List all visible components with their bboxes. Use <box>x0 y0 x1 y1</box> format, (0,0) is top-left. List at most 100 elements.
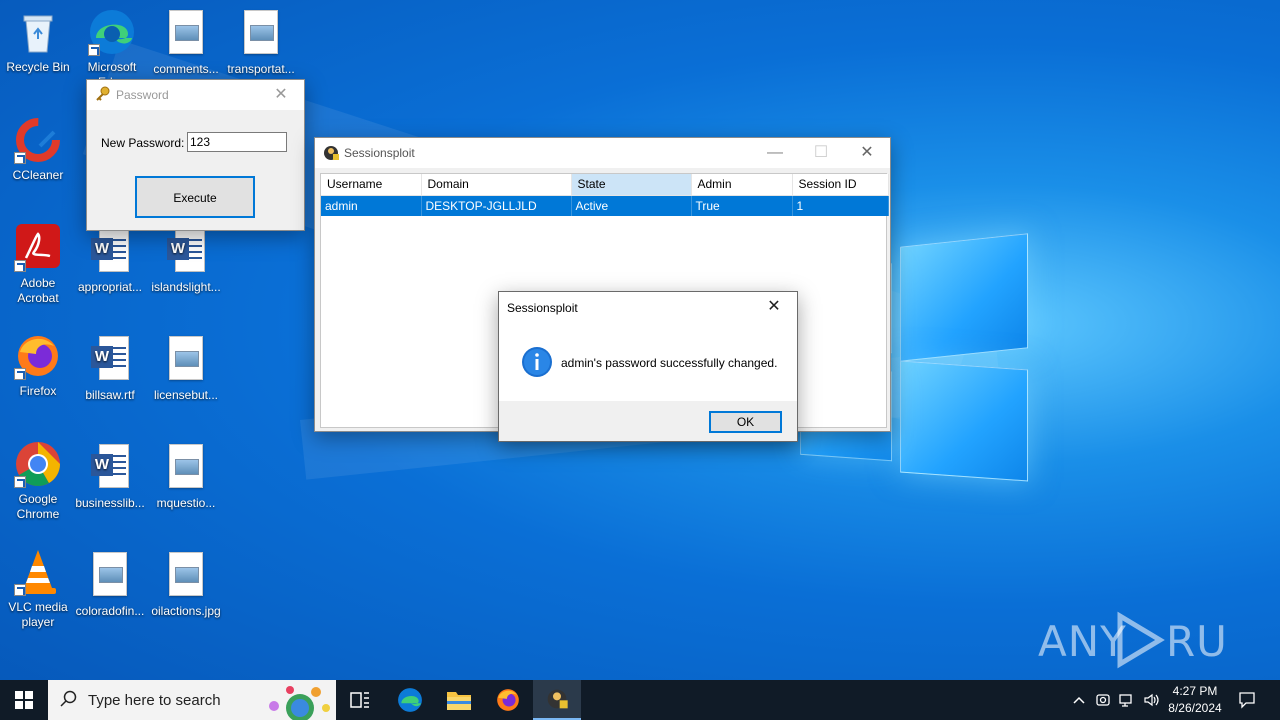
vlc-icon <box>14 548 62 596</box>
desktop-icon-label: appropriat... <box>77 280 143 294</box>
window-title: Sessionsploit <box>344 146 415 160</box>
edge-icon <box>398 688 422 712</box>
image-file-icon <box>162 552 210 600</box>
chevron-up-icon <box>1073 696 1085 704</box>
taskbar-edge[interactable] <box>386 680 434 720</box>
close-button[interactable]: ✕ <box>751 292 797 322</box>
desktop-icon-islandslight[interactable]: W islandslight... <box>148 228 224 295</box>
key-icon <box>95 86 111 105</box>
notification-icon <box>1239 692 1255 709</box>
password-window: Password ✕ New Password: Execute <box>86 79 305 231</box>
desktop-icon-transportat[interactable]: transportat... <box>223 10 299 77</box>
tray-volume[interactable] <box>1140 680 1162 720</box>
desktop-icon-google-chrome[interactable]: Google Chrome <box>0 440 76 522</box>
sessionsploit-titlebar[interactable]: Sessionsploit — ☐ ✕ <box>315 138 890 168</box>
dialog-title: Sessionsploit <box>507 301 578 315</box>
desktop-icon-label: islandslight... <box>151 280 221 294</box>
edge-icon <box>88 8 136 56</box>
desktop-icon-label: Adobe Acrobat <box>17 276 59 305</box>
sessions-table: Username Domain State Admin Session ID a… <box>321 174 889 216</box>
desktop-icon-label: billsaw.rtf <box>85 388 135 402</box>
column-header-username[interactable]: Username <box>321 174 422 196</box>
camera-icon <box>1096 694 1110 706</box>
column-header-admin[interactable]: Admin <box>691 174 793 196</box>
svg-text:RUN: RUN <box>1166 617 1228 666</box>
word-doc-icon: W <box>86 228 134 276</box>
table-row[interactable]: admin DESKTOP-JGLLJLD Active True 1 <box>321 195 889 216</box>
clock-date: 8/26/2024 <box>1168 701 1222 715</box>
desktop-icon-label: VLC media player <box>8 600 68 629</box>
image-file-icon <box>237 10 285 58</box>
firefox-icon <box>14 332 62 380</box>
ok-button[interactable]: OK <box>709 411 782 433</box>
cell-domain: DESKTOP-JGLLJLD <box>421 195 572 216</box>
desktop-icon-appropriat[interactable]: W appropriat... <box>72 228 148 295</box>
image-file-icon <box>162 10 210 58</box>
anyrun-watermark: ANY RUN <box>1038 610 1259 680</box>
desktop-icon-businesslib[interactable]: W businesslib... <box>72 444 148 511</box>
column-header-state[interactable]: State <box>571 174 692 196</box>
execute-button[interactable]: Execute <box>135 176 255 218</box>
taskbar-sessionsploit[interactable] <box>533 680 581 720</box>
desktop-icon-oilactions[interactable]: oilactions.jpg <box>148 552 224 619</box>
desktop-icon-firefox[interactable]: Firefox <box>0 332 76 399</box>
taskbar-clock[interactable]: 4:27 PM 8/26/2024 <box>1160 683 1230 717</box>
tray-network[interactable] <box>1116 680 1138 720</box>
image-file-icon <box>162 444 210 492</box>
desktop-icon-label: comments... <box>153 62 219 76</box>
taskbar-firefox[interactable] <box>484 680 532 720</box>
column-header-domain[interactable]: Domain <box>421 174 572 196</box>
desktop-icon-coloradofin[interactable]: coloradofin... <box>72 552 148 619</box>
message-dialog: Sessionsploit ✕ admin's password success… <box>498 291 798 442</box>
close-button[interactable]: ✕ <box>844 138 890 168</box>
clock-time: 4:27 PM <box>1172 684 1218 698</box>
desktop-icon-comments[interactable]: comments... <box>148 10 224 77</box>
desktop-icon-recycle-bin[interactable]: Recycle Bin <box>0 8 76 75</box>
start-button[interactable] <box>0 680 48 720</box>
cell-state: Active <box>571 195 692 216</box>
minimize-button[interactable]: — <box>752 138 798 168</box>
word-doc-icon: W <box>86 444 134 492</box>
anyrun-logo: ANY RUN <box>1038 611 1259 669</box>
taskbar: Type here to search 4:27 PM 8/26/2024 <box>0 680 1280 720</box>
speaker-icon <box>1144 693 1159 707</box>
desktop-icon-microsoft-edge[interactable]: Microsoft Edge <box>74 8 150 90</box>
desktop-icon-licensebut[interactable]: licensebut... <box>148 336 224 403</box>
desktop-icon-billsaw[interactable]: W billsaw.rtf <box>72 336 148 403</box>
taskbar-search-box[interactable]: Type here to search <box>48 680 336 720</box>
desktop-icon-vlc[interactable]: VLC media player <box>0 548 76 630</box>
desktop: Recycle Bin CCleaner Adobe Acrobat Firef… <box>0 0 1280 680</box>
tray-meet-now[interactable] <box>1092 680 1114 720</box>
new-password-input[interactable] <box>187 132 287 152</box>
app-icon <box>322 144 340 165</box>
action-center-button[interactable] <box>1232 680 1262 720</box>
dialog-titlebar[interactable]: Sessionsploit ✕ <box>499 292 797 322</box>
search-placeholder: Type here to search <box>88 692 221 709</box>
desktop-icon-label: licensebut... <box>153 388 219 402</box>
ccleaner-icon <box>14 116 62 164</box>
cell-username: admin <box>321 195 422 216</box>
desktop-icon-label: Recycle Bin <box>6 60 70 74</box>
image-file-icon <box>86 552 134 600</box>
windows-start-icon <box>15 691 33 709</box>
close-button[interactable]: ✕ <box>258 80 304 110</box>
taskbar-file-explorer[interactable] <box>435 680 483 720</box>
column-header-session-id[interactable]: Session ID <box>792 174 889 196</box>
cell-admin: True <box>691 195 793 216</box>
desktop-icon-label: coloradofin... <box>75 604 145 618</box>
image-file-icon <box>162 336 210 384</box>
search-highlight-icon <box>260 682 334 720</box>
desktop-icon-ccleaner[interactable]: CCleaner <box>0 116 76 183</box>
desktop-icon-mquestio[interactable]: mquestio... <box>148 444 224 511</box>
maximize-button[interactable]: ☐ <box>798 138 844 168</box>
new-password-label: New Password: <box>101 136 185 150</box>
svg-text:ANY: ANY <box>1038 617 1127 666</box>
desktop-icon-label: mquestio... <box>156 496 216 510</box>
desktop-icon-label: oilactions.jpg <box>151 604 221 618</box>
desktop-icon-adobe-acrobat[interactable]: Adobe Acrobat <box>0 224 76 306</box>
task-view-button[interactable] <box>336 680 384 720</box>
task-view-icon <box>350 692 369 708</box>
desktop-icon-label: Google Chrome <box>16 492 60 521</box>
password-titlebar[interactable]: Password ✕ <box>87 80 304 110</box>
show-hidden-icons-button[interactable] <box>1068 680 1090 720</box>
